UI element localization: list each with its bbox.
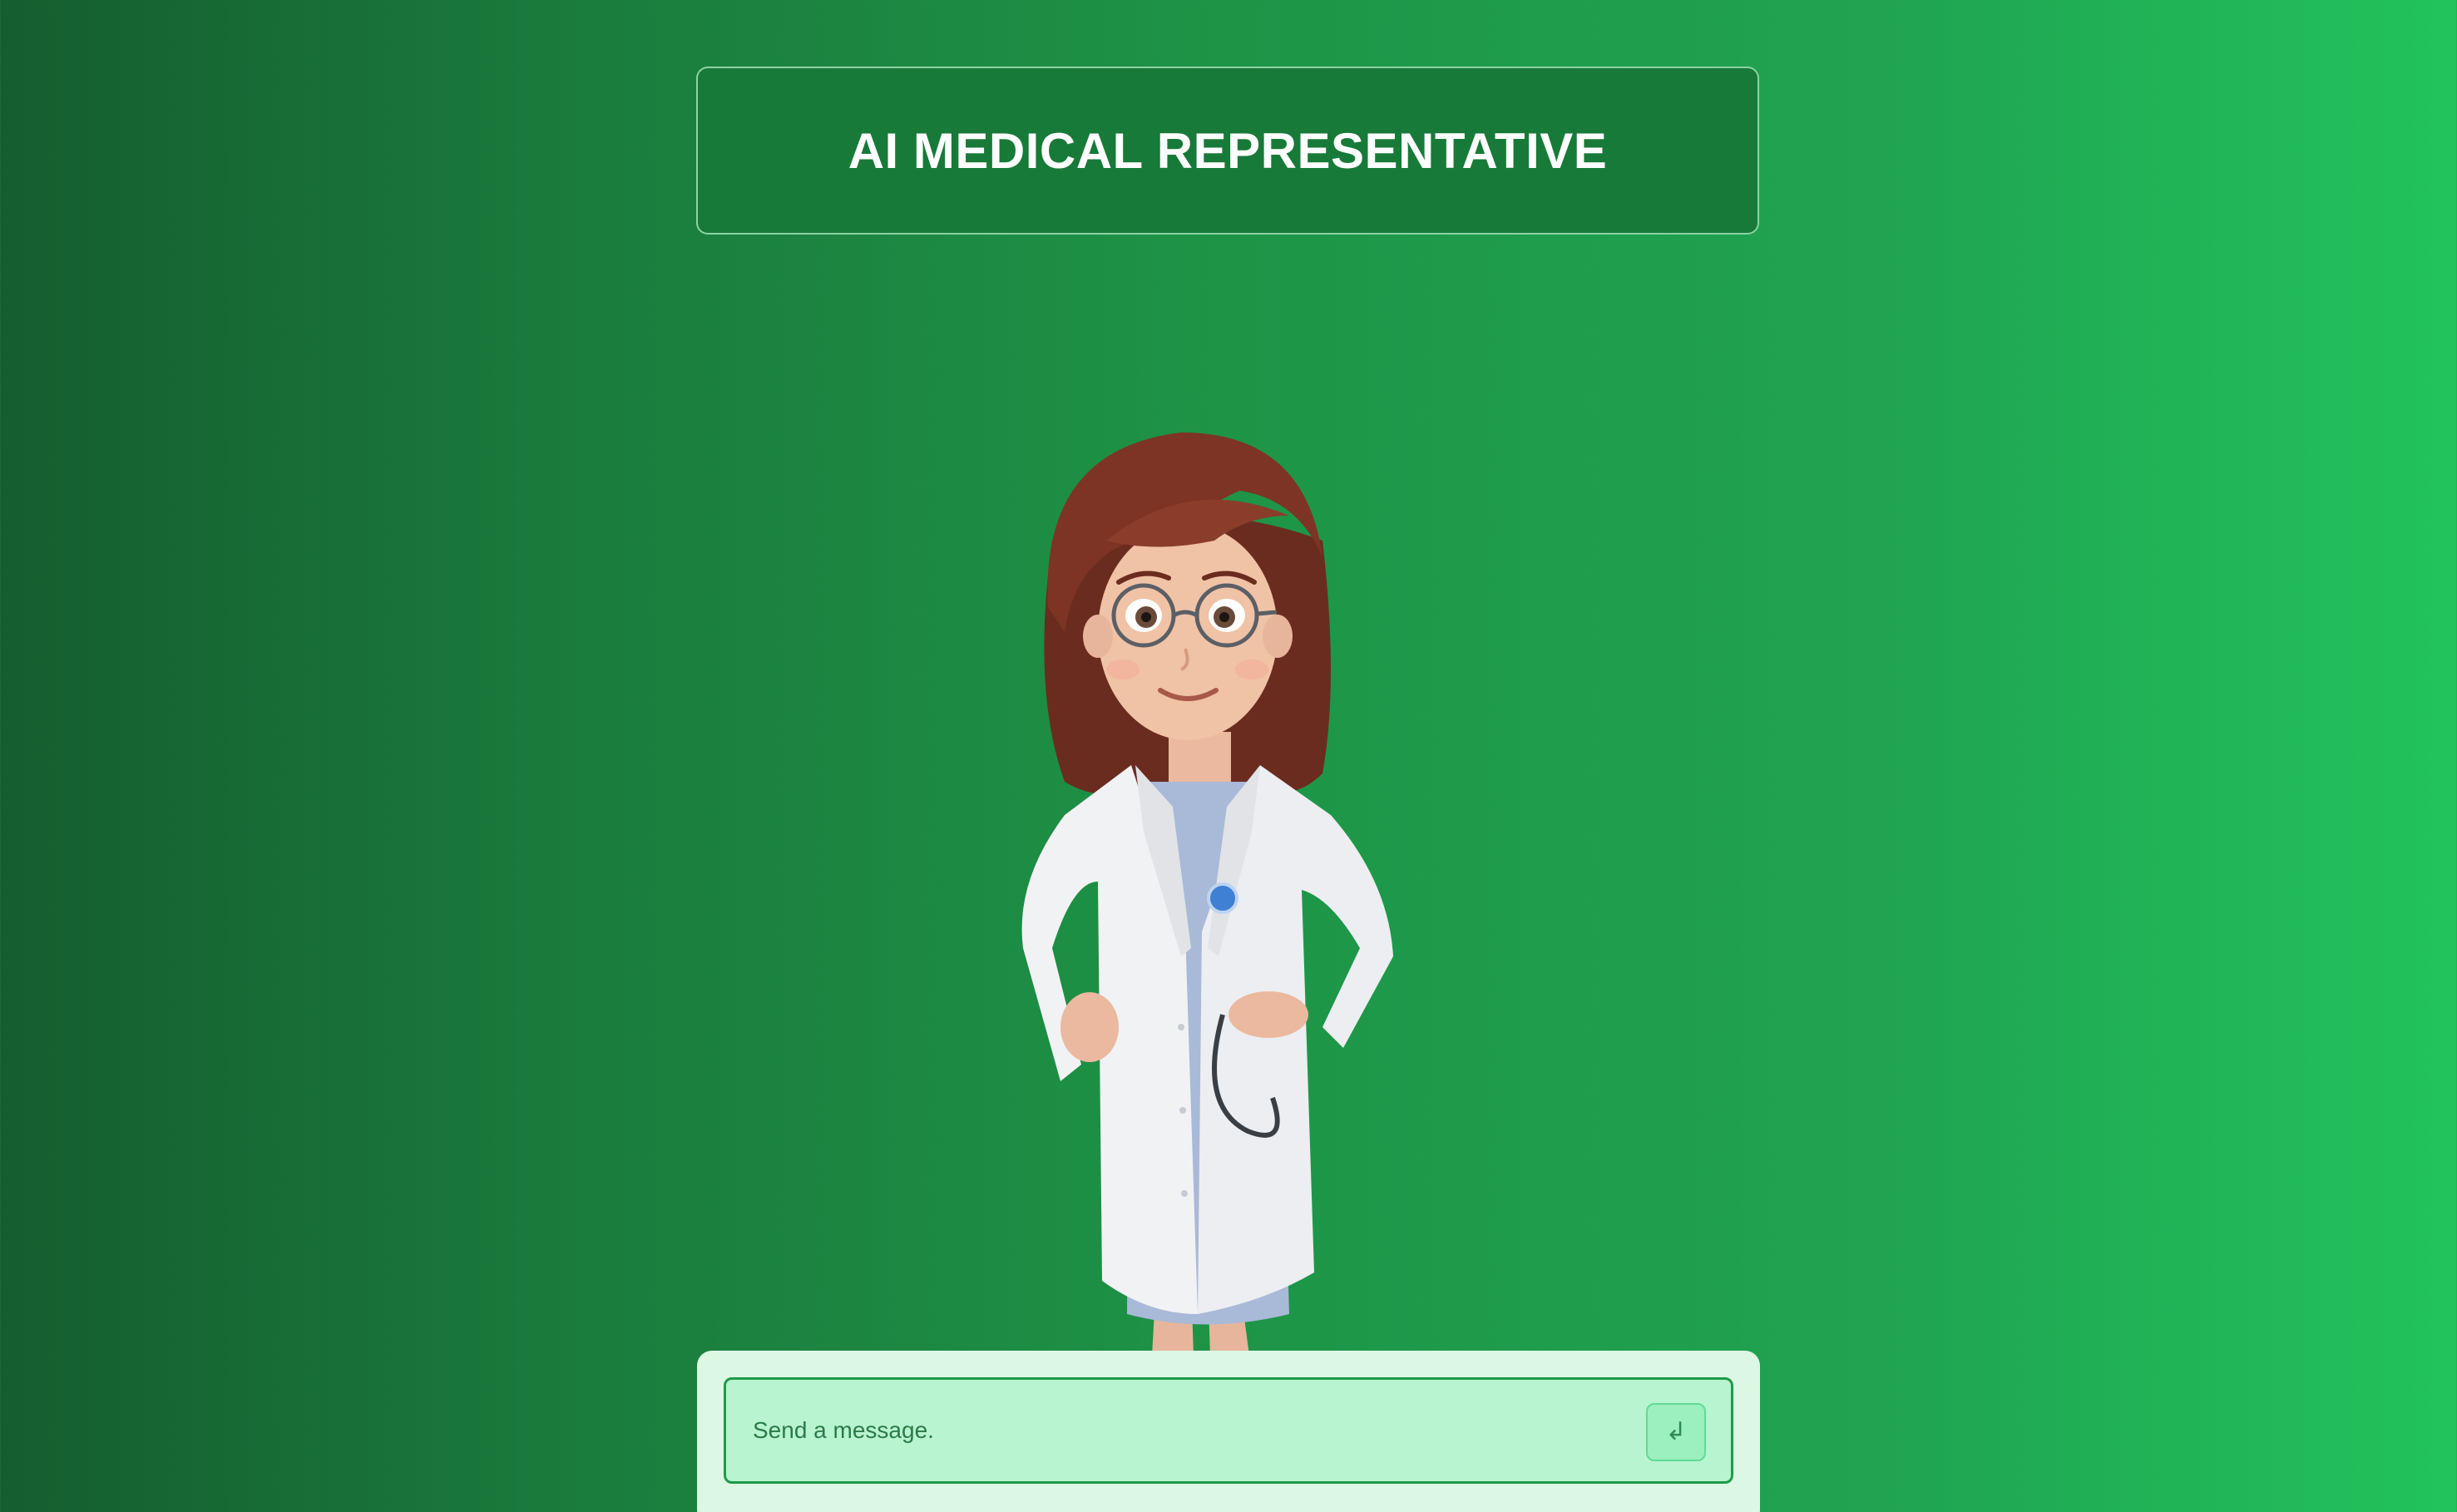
title-banner: AI MEDICAL REPRESENTATIVE xyxy=(696,67,1759,235)
message-input[interactable] xyxy=(726,1380,1651,1481)
return-arrow-icon: ↲ xyxy=(1665,1417,1687,1446)
send-button[interactable]: ↲ xyxy=(1646,1403,1706,1461)
chat-panel: ↲ xyxy=(697,1351,1760,1512)
doctor-avatar xyxy=(1021,432,1393,1356)
message-input-container: ↲ xyxy=(724,1377,1733,1484)
page-title: AI MEDICAL REPRESENTATIVE xyxy=(848,122,1608,179)
